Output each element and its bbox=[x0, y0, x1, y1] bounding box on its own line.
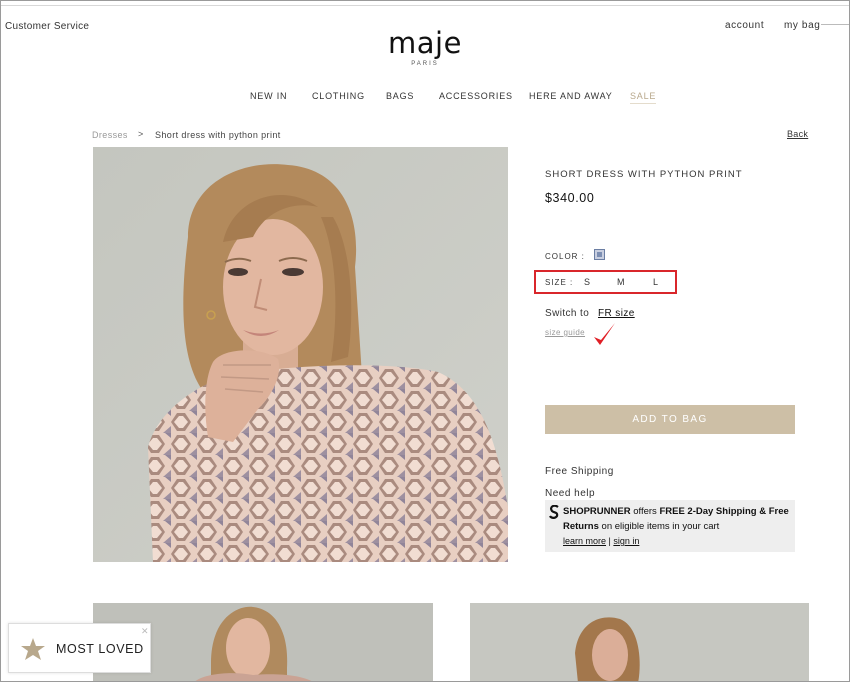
product-title: SHORT DRESS WITH PYTHON PRINT bbox=[545, 169, 743, 180]
breadcrumb-dresses[interactable]: Dresses bbox=[92, 130, 128, 140]
shoprunner-icon bbox=[549, 505, 559, 519]
nav-new-in[interactable]: NEW IN bbox=[250, 91, 287, 101]
color-label: COLOR : bbox=[545, 252, 585, 261]
star-icon bbox=[21, 638, 45, 660]
most-loved-label: MOST LOVED bbox=[56, 642, 144, 656]
top-divider bbox=[1, 5, 849, 6]
learn-more-link[interactable]: learn more bbox=[563, 536, 606, 546]
free-shipping-text[interactable]: Free Shipping bbox=[545, 466, 614, 477]
brand-logo[interactable]: maje bbox=[1, 26, 849, 60]
sign-in-link[interactable]: sign in bbox=[613, 536, 639, 546]
need-help-text[interactable]: Need help bbox=[545, 488, 595, 499]
switch-size-text: Switch to bbox=[545, 308, 590, 319]
breadcrumb-separator: > bbox=[138, 129, 144, 139]
color-swatch[interactable] bbox=[594, 249, 605, 260]
size-option-m[interactable]: M bbox=[617, 277, 625, 287]
back-link[interactable]: Back bbox=[787, 129, 808, 139]
nav-clothing[interactable]: CLOTHING bbox=[312, 91, 365, 101]
bag-divider bbox=[821, 24, 849, 25]
size-option-s[interactable]: S bbox=[584, 277, 590, 287]
page: Customer Service account my bag maje PAR… bbox=[0, 0, 850, 682]
size-option-l[interactable]: L bbox=[653, 277, 658, 287]
close-icon[interactable]: ✕ bbox=[141, 626, 149, 637]
nav-sale[interactable]: SALE bbox=[630, 91, 657, 104]
size-label: SIZE : bbox=[545, 278, 574, 287]
product-main-image[interactable] bbox=[93, 147, 508, 562]
breadcrumb-current: Short dress with python print bbox=[155, 130, 281, 140]
product-thumbnail-2[interactable] bbox=[470, 603, 809, 681]
nav-here-and-away[interactable]: HERE AND AWAY bbox=[529, 91, 613, 101]
most-loved-badge[interactable]: MOST LOVED ✕ bbox=[8, 623, 151, 673]
brand-logo-subtitle: PARIS bbox=[411, 61, 439, 67]
nav-accessories[interactable]: ACCESSORIES bbox=[439, 91, 513, 101]
size-guide-link[interactable]: size guide bbox=[545, 328, 585, 337]
shoprunner-offer-line1: SHOPRUNNER offers FREE 2-Day Shipping & … bbox=[563, 506, 789, 517]
shoprunner-links: learn more | sign in bbox=[563, 536, 640, 546]
fr-size-link[interactable]: FR size bbox=[598, 308, 635, 319]
add-to-bag-button[interactable]: ADD TO BAG bbox=[545, 405, 795, 434]
product-price: $340.00 bbox=[545, 191, 595, 205]
nav-bags[interactable]: BAGS bbox=[386, 91, 414, 101]
checkmark-icon bbox=[594, 323, 615, 345]
shoprunner-offer-line2: Returns on eligible items in your cart bbox=[563, 521, 720, 532]
